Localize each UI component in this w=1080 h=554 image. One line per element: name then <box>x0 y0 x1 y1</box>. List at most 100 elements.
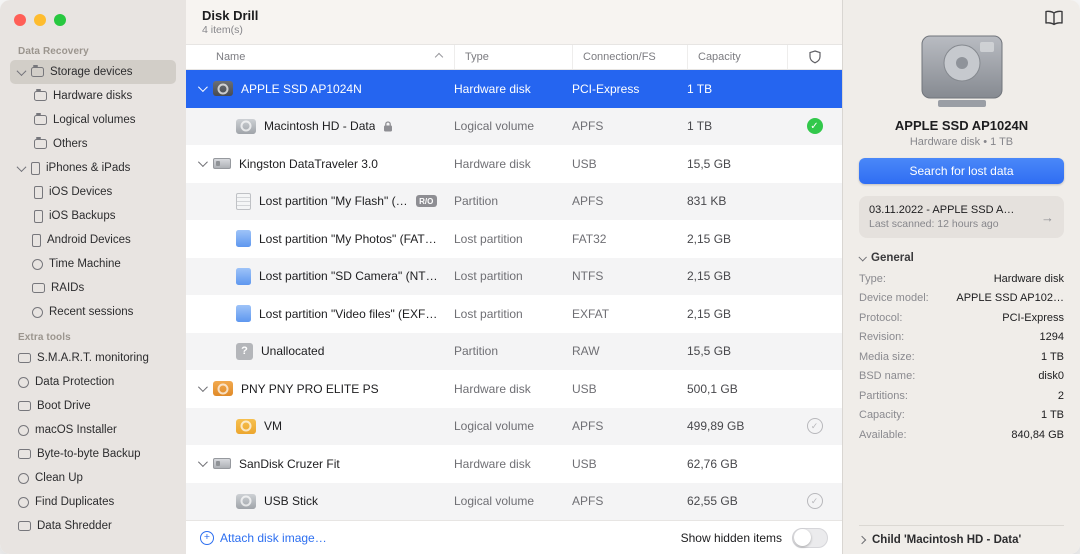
sidebar-item-find-duplicates[interactable]: Find Duplicates <box>10 490 176 514</box>
row-name: USB Stick <box>264 494 319 509</box>
sidebar-item-ios-devices[interactable]: iOS Devices <box>10 180 176 204</box>
cell-capacity: 499,89 GB <box>687 419 745 434</box>
sidebar-item-time-machine[interactable]: Time Machine <box>10 252 176 276</box>
row-name: Lost partition "My Flash" (… <box>259 194 408 209</box>
general-section-header[interactable]: General <box>858 252 1064 264</box>
detail-label: Type: <box>859 272 886 285</box>
detail-value: PCI-Express <box>1002 311 1064 324</box>
table-row[interactable]: Lost partition "Video files" (EXF… Lost … <box>186 295 842 333</box>
chevron-down-icon[interactable] <box>197 82 208 93</box>
table-row[interactable]: VM Logical volume APFS 499,89 GB <box>186 407 842 445</box>
ios-device-icon <box>34 185 43 199</box>
sidebar-item-raids[interactable]: RAIDs <box>10 276 176 300</box>
last-scan-session[interactable]: 03.11.2022 - APPLE SSD A… Last scanned: … <box>859 196 1064 238</box>
show-hidden-label: Show hidden items <box>680 530 782 545</box>
cell-connection: EXFAT <box>572 306 610 321</box>
cell-type: Partition <box>454 344 499 359</box>
chevron-down-icon[interactable] <box>16 65 27 76</box>
table-row[interactable]: Unallocated Partition RAW 15,5 GB <box>186 332 842 370</box>
column-header-name[interactable]: Name <box>186 45 454 69</box>
sidebar-item-hardware-disks[interactable]: Hardware disks <box>10 84 176 108</box>
table-row[interactable]: SanDisk Cruzer Fit Hardware disk USB 62,… <box>186 445 842 483</box>
sidebar-item-data-protection[interactable]: Data Protection <box>10 370 176 394</box>
column-label: Name <box>216 51 246 63</box>
cell-type: Lost partition <box>454 306 523 321</box>
cell-name: PNY PNY PRO ELITE PS <box>186 381 454 397</box>
cell-name: SanDisk Cruzer Fit <box>186 457 454 471</box>
column-label: Type <box>465 51 489 63</box>
chevron-down-icon[interactable] <box>197 157 208 168</box>
column-header-status[interactable] <box>787 45 842 69</box>
sidebar-item-data-shredder[interactable]: Data Shredder <box>10 514 176 538</box>
section-label-extra-tools: Extra tools <box>18 332 71 343</box>
sidebar-item-clean-up[interactable]: Clean Up <box>10 466 176 490</box>
sidebar-item-boot-drive[interactable]: Boot Drive <box>10 394 176 418</box>
table-row[interactable]: Lost partition "My Flash" (… R/O Partiti… <box>186 182 842 220</box>
volume-icon <box>236 418 256 434</box>
chevron-down-icon[interactable] <box>16 161 27 172</box>
cell-connection: NTFS <box>572 269 604 284</box>
detail-row: Available: 840,84 GB <box>859 425 1064 445</box>
detail-label: Revision: <box>859 331 905 344</box>
time-machine-icon <box>32 258 43 270</box>
show-hidden-group: Show hidden items <box>680 527 828 548</box>
sidebar-item-byte-to-byte-backup[interactable]: Byte-to-byte Backup <box>10 442 176 466</box>
unallocated-icon <box>236 342 253 360</box>
volume-icon <box>236 118 256 134</box>
sidebar-item-iphones-ipads[interactable]: iPhones & iPads <box>10 156 176 180</box>
table-row[interactable]: Lost partition "My Photos" (FAT… Lost pa… <box>186 220 842 258</box>
attach-disk-image-button[interactable]: Attach disk image… <box>200 530 327 545</box>
minimize-window-button[interactable] <box>34 14 46 26</box>
lost-partition-icon <box>236 230 251 248</box>
sidebar-item-storage-devices[interactable]: Storage devices <box>10 60 176 84</box>
show-hidden-toggle[interactable] <box>792 527 828 548</box>
table-row[interactable]: USB Stick Logical volume APFS 62,55 GB <box>186 482 842 520</box>
cell-connection: APFS <box>572 494 604 509</box>
window-controls <box>0 12 186 38</box>
device-table: APPLE SSD AP1024N Hardware disk PCI-Expr… <box>186 70 842 520</box>
sidebar-item-ios-backups[interactable]: iOS Backups <box>10 204 176 228</box>
detail-row: Device model: APPLE SSD AP102… <box>859 289 1064 309</box>
sidebar-item-macos-installer[interactable]: macOS Installer <box>10 418 176 442</box>
cell-type: Logical volume <box>454 419 535 434</box>
cell-name: VM <box>186 418 454 434</box>
recent-sessions-icon <box>32 306 43 318</box>
close-window-button[interactable] <box>14 14 26 26</box>
sidebar: Data Recovery Storage devices Hardware d… <box>0 0 186 554</box>
sidebar-item-android-devices[interactable]: Android Devices <box>10 228 176 252</box>
table-row[interactable]: Macintosh HD - Data Logical volume APFS … <box>186 107 842 145</box>
hard-drive-icon <box>213 381 233 397</box>
book-icon[interactable] <box>1044 10 1064 26</box>
cell-connection: PCI-Express <box>572 81 640 96</box>
sidebar-item-label: iOS Backups <box>49 210 116 222</box>
chevron-down-icon[interactable] <box>197 457 208 468</box>
main-header: Disk Drill 4 item(s) <box>186 0 842 44</box>
general-fields: Type: Hardware disk Device model: APPLE SS… <box>859 269 1064 445</box>
table-row[interactable]: Kingston DataTraveler 3.0 Hardware disk … <box>186 145 842 183</box>
table-row[interactable]: APPLE SSD AP1024N Hardware disk PCI-Expr… <box>186 70 842 108</box>
table-row[interactable]: Lost partition "SD Camera" (NT… Lost par… <box>186 257 842 295</box>
cell-name: Lost partition "SD Camera" (NT… <box>186 267 454 285</box>
cell-name: Lost partition "Video files" (EXF… <box>186 305 454 323</box>
column-header-type[interactable]: Type <box>454 45 572 69</box>
table-row[interactable]: PNY PNY PRO ELITE PS Hardware disk USB 5… <box>186 370 842 408</box>
check-outline-icon <box>806 493 823 510</box>
boot-drive-icon <box>18 401 31 411</box>
search-for-lost-data-button[interactable]: Search for lost data <box>859 158 1064 184</box>
sidebar-item-logical-volumes[interactable]: Logical volumes <box>10 108 176 132</box>
cell-capacity: 15,5 GB <box>687 344 732 359</box>
cell-capacity: 1 TB <box>687 119 713 134</box>
column-header-connection[interactable]: Connection/FS <box>572 45 687 69</box>
child-volume-disclosure[interactable]: Child 'Macintosh HD - Data' <box>857 525 1064 546</box>
row-name: Macintosh HD - Data <box>264 119 376 134</box>
detail-value: 1 TB <box>1040 409 1064 422</box>
chevron-down-icon[interactable] <box>197 382 208 393</box>
sidebar-item-others[interactable]: Others <box>10 132 176 156</box>
clean-up-icon <box>18 472 29 484</box>
column-header-capacity[interactable]: Capacity <box>687 45 787 69</box>
cell-capacity: 1 TB <box>687 81 713 96</box>
zoom-window-button[interactable] <box>54 14 66 26</box>
sidebar-item-recent-sessions[interactable]: Recent sessions <box>10 300 176 324</box>
sidebar-item-smart-monitoring[interactable]: S.M.A.R.T. monitoring <box>10 346 176 370</box>
cell-capacity: 62,76 GB <box>687 456 738 471</box>
